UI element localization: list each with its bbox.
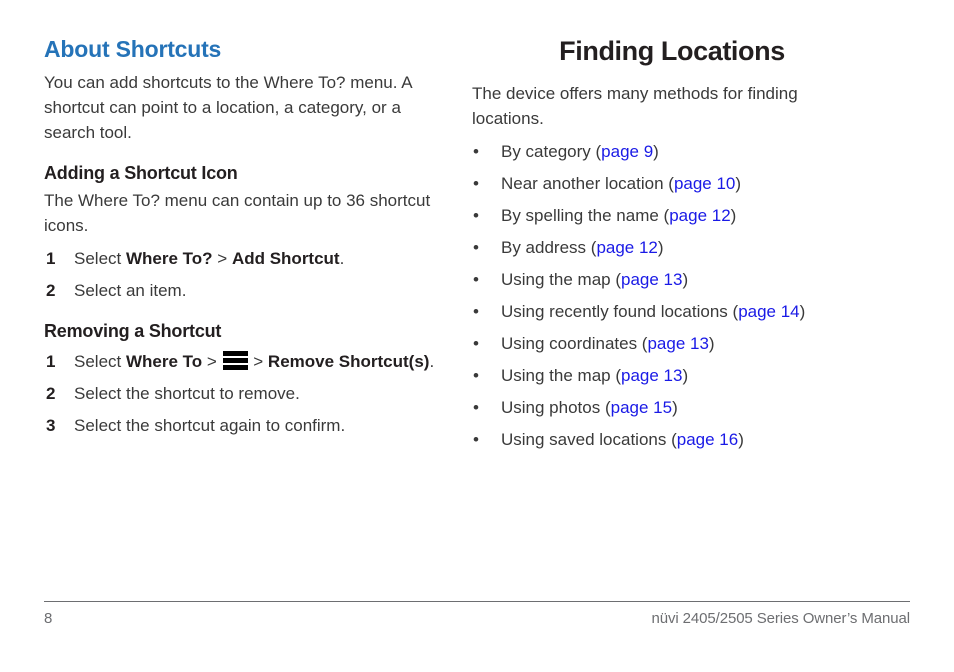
bullet-icon: • xyxy=(473,398,479,418)
step-item: 1 Select Where To > > Remove Shortcut(s)… xyxy=(44,349,436,374)
list-item-tail: ) xyxy=(730,206,737,226)
list-item: • Using recently found locations (page 1… xyxy=(472,299,872,324)
page-reference-link[interactable]: page 16 xyxy=(677,430,738,449)
subheading-removing-a-shortcut: Removing a Shortcut xyxy=(44,321,222,342)
list-item: • Using coordinates (page 13) xyxy=(472,331,872,356)
menu-icon xyxy=(222,350,248,370)
list-item: • Using photos (page 15) xyxy=(472,395,872,420)
step-bold-term: Remove Shortcut(s) xyxy=(267,351,430,371)
list-item-text: Using recently found locations ( xyxy=(501,302,739,322)
step-bold-term: Where To xyxy=(125,351,203,371)
footer-manual-title: nüvi 2405/2505 Series Owner’s Manual xyxy=(651,610,910,627)
bullet-icon: • xyxy=(473,142,479,162)
step-number: 1 xyxy=(46,351,56,371)
list-item-tail: ) xyxy=(708,334,715,354)
list-item-text: By spelling the name ( xyxy=(501,206,670,226)
step-separator: > xyxy=(202,351,222,371)
page-reference-link[interactable]: page 15 xyxy=(611,398,672,417)
list-item-text: Using the map ( xyxy=(501,366,621,386)
right-column: Finding Locations The device offers many… xyxy=(472,36,872,459)
step-number: 2 xyxy=(46,383,56,403)
bullet-icon: • xyxy=(473,302,479,322)
step-text-prefix: Select xyxy=(74,249,126,269)
bullet-icon: • xyxy=(473,334,479,354)
list-item: • Using the map (page 13) xyxy=(472,267,872,292)
page-reference-link[interactable]: page 13 xyxy=(621,366,682,385)
bullet-icon: • xyxy=(473,270,479,290)
step-item: 2 Select an item. xyxy=(44,278,436,303)
list-item: • Using the map (page 13) xyxy=(472,363,872,388)
menu-icon-bar xyxy=(222,350,248,356)
bullet-icon: • xyxy=(473,174,479,194)
list-item-text: Using photos ( xyxy=(501,398,611,418)
step-text: Select the shortcut to remove. xyxy=(74,383,300,403)
finding-locations-list: • By category (page 9) • Near another lo… xyxy=(472,139,872,452)
adding-shortcut-steps: 1 Select Where To? > Add Shortcut. 2 Sel… xyxy=(44,246,436,303)
menu-icon-bar xyxy=(222,364,248,370)
step-item: 1 Select Where To? > Add Shortcut. xyxy=(44,246,436,271)
left-column: About Shortcuts You can add shortcuts to… xyxy=(44,36,436,445)
list-item: • By spelling the name (page 12) xyxy=(472,203,872,228)
step-text: Select the shortcut again to confirm. xyxy=(74,415,346,435)
page-reference-link[interactable]: page 13 xyxy=(647,334,708,353)
step-number: 1 xyxy=(46,249,56,269)
list-item: • By category (page 9) xyxy=(472,139,872,164)
step-bold-term: Add Shortcut xyxy=(231,249,340,269)
step-item: 2 Select the shortcut to remove. xyxy=(44,381,436,406)
step-text-suffix: . xyxy=(339,249,345,269)
page-footer: 8 nüvi 2405/2505 Series Owner’s Manual xyxy=(44,610,910,627)
list-item: • By address (page 12) xyxy=(472,235,872,260)
subheading-adding-a-shortcut-icon: Adding a Shortcut Icon xyxy=(44,162,238,183)
list-item-tail: ) xyxy=(735,174,742,194)
list-item-tail: ) xyxy=(682,366,689,386)
list-item-text: By address ( xyxy=(501,238,597,258)
page-reference-link[interactable]: page 12 xyxy=(669,206,730,225)
page-reference-link[interactable]: page 12 xyxy=(596,238,657,257)
list-item-text: Using saved locations ( xyxy=(501,430,677,450)
bullet-icon: • xyxy=(473,206,479,226)
list-item-tail: ) xyxy=(682,270,689,290)
list-item: • Near another location (page 10) xyxy=(472,171,872,196)
step-number: 2 xyxy=(46,281,56,301)
step-number: 3 xyxy=(46,415,56,435)
page-reference-link[interactable]: page 10 xyxy=(674,174,735,193)
removing-shortcut-steps: 1 Select Where To > > Remove Shortcut(s)… xyxy=(44,349,436,438)
page-title: Finding Locations xyxy=(559,36,785,66)
manual-page: About Shortcuts You can add shortcuts to… xyxy=(0,0,954,672)
list-item-text: Near another location ( xyxy=(501,174,674,194)
list-item: • Using saved locations (page 16) xyxy=(472,427,872,452)
step-text: Select an item. xyxy=(74,281,187,301)
list-item-tail: ) xyxy=(657,238,664,258)
step-text-suffix: . xyxy=(429,351,435,371)
page-reference-link[interactable]: page 13 xyxy=(621,270,682,289)
step-text-prefix: Select xyxy=(74,351,126,371)
list-item-text: Using the map ( xyxy=(501,270,621,290)
step-separator: > xyxy=(248,351,268,371)
step-item: 3 Select the shortcut again to confirm. xyxy=(44,413,436,438)
finding-locations-intro: The device offers many methods for findi… xyxy=(472,84,798,129)
footer-divider xyxy=(44,601,910,602)
bullet-icon: • xyxy=(473,238,479,258)
footer-page-number: 8 xyxy=(44,610,53,627)
adding-shortcut-intro: The Where To? menu can contain up to 36 … xyxy=(44,191,431,236)
bullet-icon: • xyxy=(473,430,479,450)
bullet-icon: • xyxy=(473,366,479,386)
list-item-tail: ) xyxy=(738,430,744,450)
step-bold-term: Where To? xyxy=(125,249,213,269)
section-heading-about-shortcuts: About Shortcuts xyxy=(44,36,222,62)
about-shortcuts-intro: You can add shortcuts to the Where To? m… xyxy=(44,72,412,142)
list-item-text: By category ( xyxy=(501,142,602,162)
list-item-text: Using coordinates ( xyxy=(501,334,648,354)
menu-icon-bar xyxy=(222,357,248,363)
list-item-tail: ) xyxy=(672,398,678,418)
page-reference-link[interactable]: page 14 xyxy=(738,302,799,321)
list-item-tail: ) xyxy=(653,142,659,162)
list-item-tail: ) xyxy=(799,302,806,322)
step-separator: > xyxy=(212,249,232,269)
page-reference-link[interactable]: page 9 xyxy=(601,142,653,161)
